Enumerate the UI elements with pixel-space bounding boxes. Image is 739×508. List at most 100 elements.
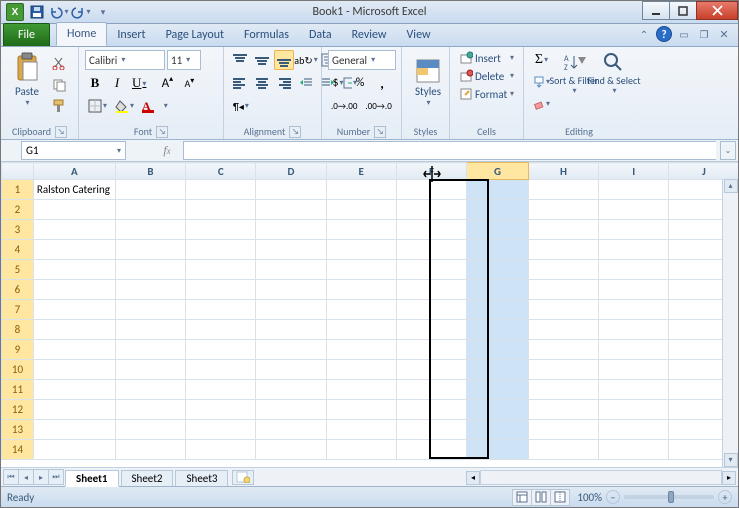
align-bottom-icon[interactable] [274,50,294,70]
cell[interactable] [33,360,115,380]
row-header-13[interactable]: 13 [2,420,34,440]
cell[interactable] [528,180,598,200]
shrink-font-icon[interactable]: A▾ [179,73,199,93]
cancel-formula-icon[interactable] [136,142,156,160]
cell[interactable] [396,340,466,360]
cell[interactable] [33,240,115,260]
cells-delete-button[interactable]: Delete▾ [456,68,517,84]
close-button[interactable] [696,1,738,20]
align-left-icon[interactable] [230,73,250,93]
row-header-12[interactable]: 12 [2,400,34,420]
cell[interactable] [256,240,326,260]
tab-formulas[interactable]: Formulas [234,24,299,46]
cell[interactable] [33,380,115,400]
align-center-icon[interactable] [252,73,272,93]
row-header-6[interactable]: 6 [2,280,34,300]
scroll-right-icon[interactable]: ▸ [722,471,736,485]
cell[interactable] [186,300,256,320]
cell[interactable] [396,400,466,420]
tab-review[interactable]: Review [342,24,397,46]
cell[interactable] [33,420,115,440]
cell[interactable] [186,340,256,360]
sheet-nav-last-icon[interactable]: ⏭ [48,469,64,485]
cell[interactable] [256,200,326,220]
select-all-corner[interactable] [2,163,34,180]
cell[interactable] [33,280,115,300]
cell[interactable] [467,360,529,380]
scroll-down-icon[interactable]: ▾ [724,453,738,467]
page-layout-view-icon[interactable] [531,489,551,506]
zoom-in-icon[interactable]: + [718,490,732,504]
font-dialog-launcher[interactable] [156,126,168,138]
tab-page-layout[interactable]: Page Layout [156,24,234,46]
cell[interactable] [396,280,466,300]
clear-icon[interactable]: ▾ [530,94,553,114]
orientation-icon[interactable]: ab↻▾ [296,50,316,70]
col-header-B[interactable]: B [115,163,185,180]
cell[interactable] [326,380,396,400]
cell[interactable] [256,440,326,460]
tab-insert[interactable]: Insert [107,24,155,46]
col-header-I[interactable]: I [599,163,669,180]
cell[interactable] [115,340,185,360]
text-direction-icon[interactable]: ¶◂▾ [230,96,252,116]
font-color-button[interactable]: A▾ [139,96,171,116]
col-header-G[interactable]: G [467,163,529,180]
cell[interactable] [528,380,598,400]
cell[interactable] [256,400,326,420]
cell[interactable] [599,360,669,380]
cell[interactable] [326,200,396,220]
bold-button[interactable]: B [85,73,105,93]
cell[interactable] [326,180,396,200]
percent-format-icon[interactable]: % [350,73,370,93]
col-header-C[interactable]: C [186,163,256,180]
cell[interactable] [396,320,466,340]
cell[interactable] [256,280,326,300]
copy-icon[interactable] [49,75,69,95]
align-top-icon[interactable] [230,50,250,70]
minimize-ribbon-icon[interactable]: ⌃ [636,26,652,42]
row-header-9[interactable]: 9 [2,340,34,360]
vertical-scrollbar[interactable]: ▴ ▾ [722,179,738,467]
row-header-4[interactable]: 4 [2,240,34,260]
page-break-view-icon[interactable] [550,489,570,506]
cell[interactable] [186,240,256,260]
cell[interactable] [33,440,115,460]
col-header-D[interactable]: D [256,163,326,180]
number-format-combo[interactable]: General▾ [328,50,396,70]
cell[interactable] [467,400,529,420]
tab-file[interactable]: File [3,23,50,46]
cell[interactable] [599,400,669,420]
cell[interactable] [256,340,326,360]
cell[interactable] [599,240,669,260]
cell[interactable] [599,220,669,240]
cell[interactable] [467,340,529,360]
cell[interactable] [115,300,185,320]
cell[interactable] [396,240,466,260]
grow-font-icon[interactable]: A▴ [157,73,177,93]
row-header-3[interactable]: 3 [2,220,34,240]
cell[interactable] [528,360,598,380]
format-painter-icon[interactable] [49,96,69,116]
cell[interactable] [326,300,396,320]
decrease-indent-icon[interactable] [296,73,316,93]
comma-format-icon[interactable]: , [372,73,392,93]
cell[interactable] [115,240,185,260]
cell[interactable] [326,420,396,440]
cell[interactable] [256,300,326,320]
cut-icon[interactable] [49,53,69,73]
cell[interactable] [115,380,185,400]
cell[interactable] [326,240,396,260]
cell[interactable] [528,280,598,300]
cell[interactable] [115,320,185,340]
cell[interactable] [326,440,396,460]
cell[interactable] [326,320,396,340]
cell[interactable] [186,420,256,440]
cell[interactable] [326,340,396,360]
cell[interactable] [33,400,115,420]
cells-insert-button[interactable]: Insert▾ [456,50,517,66]
cell[interactable] [33,320,115,340]
borders-button[interactable]: ▾ [85,96,110,116]
mdi-restore-icon[interactable]: ❐ [696,26,712,42]
cell[interactable] [326,220,396,240]
